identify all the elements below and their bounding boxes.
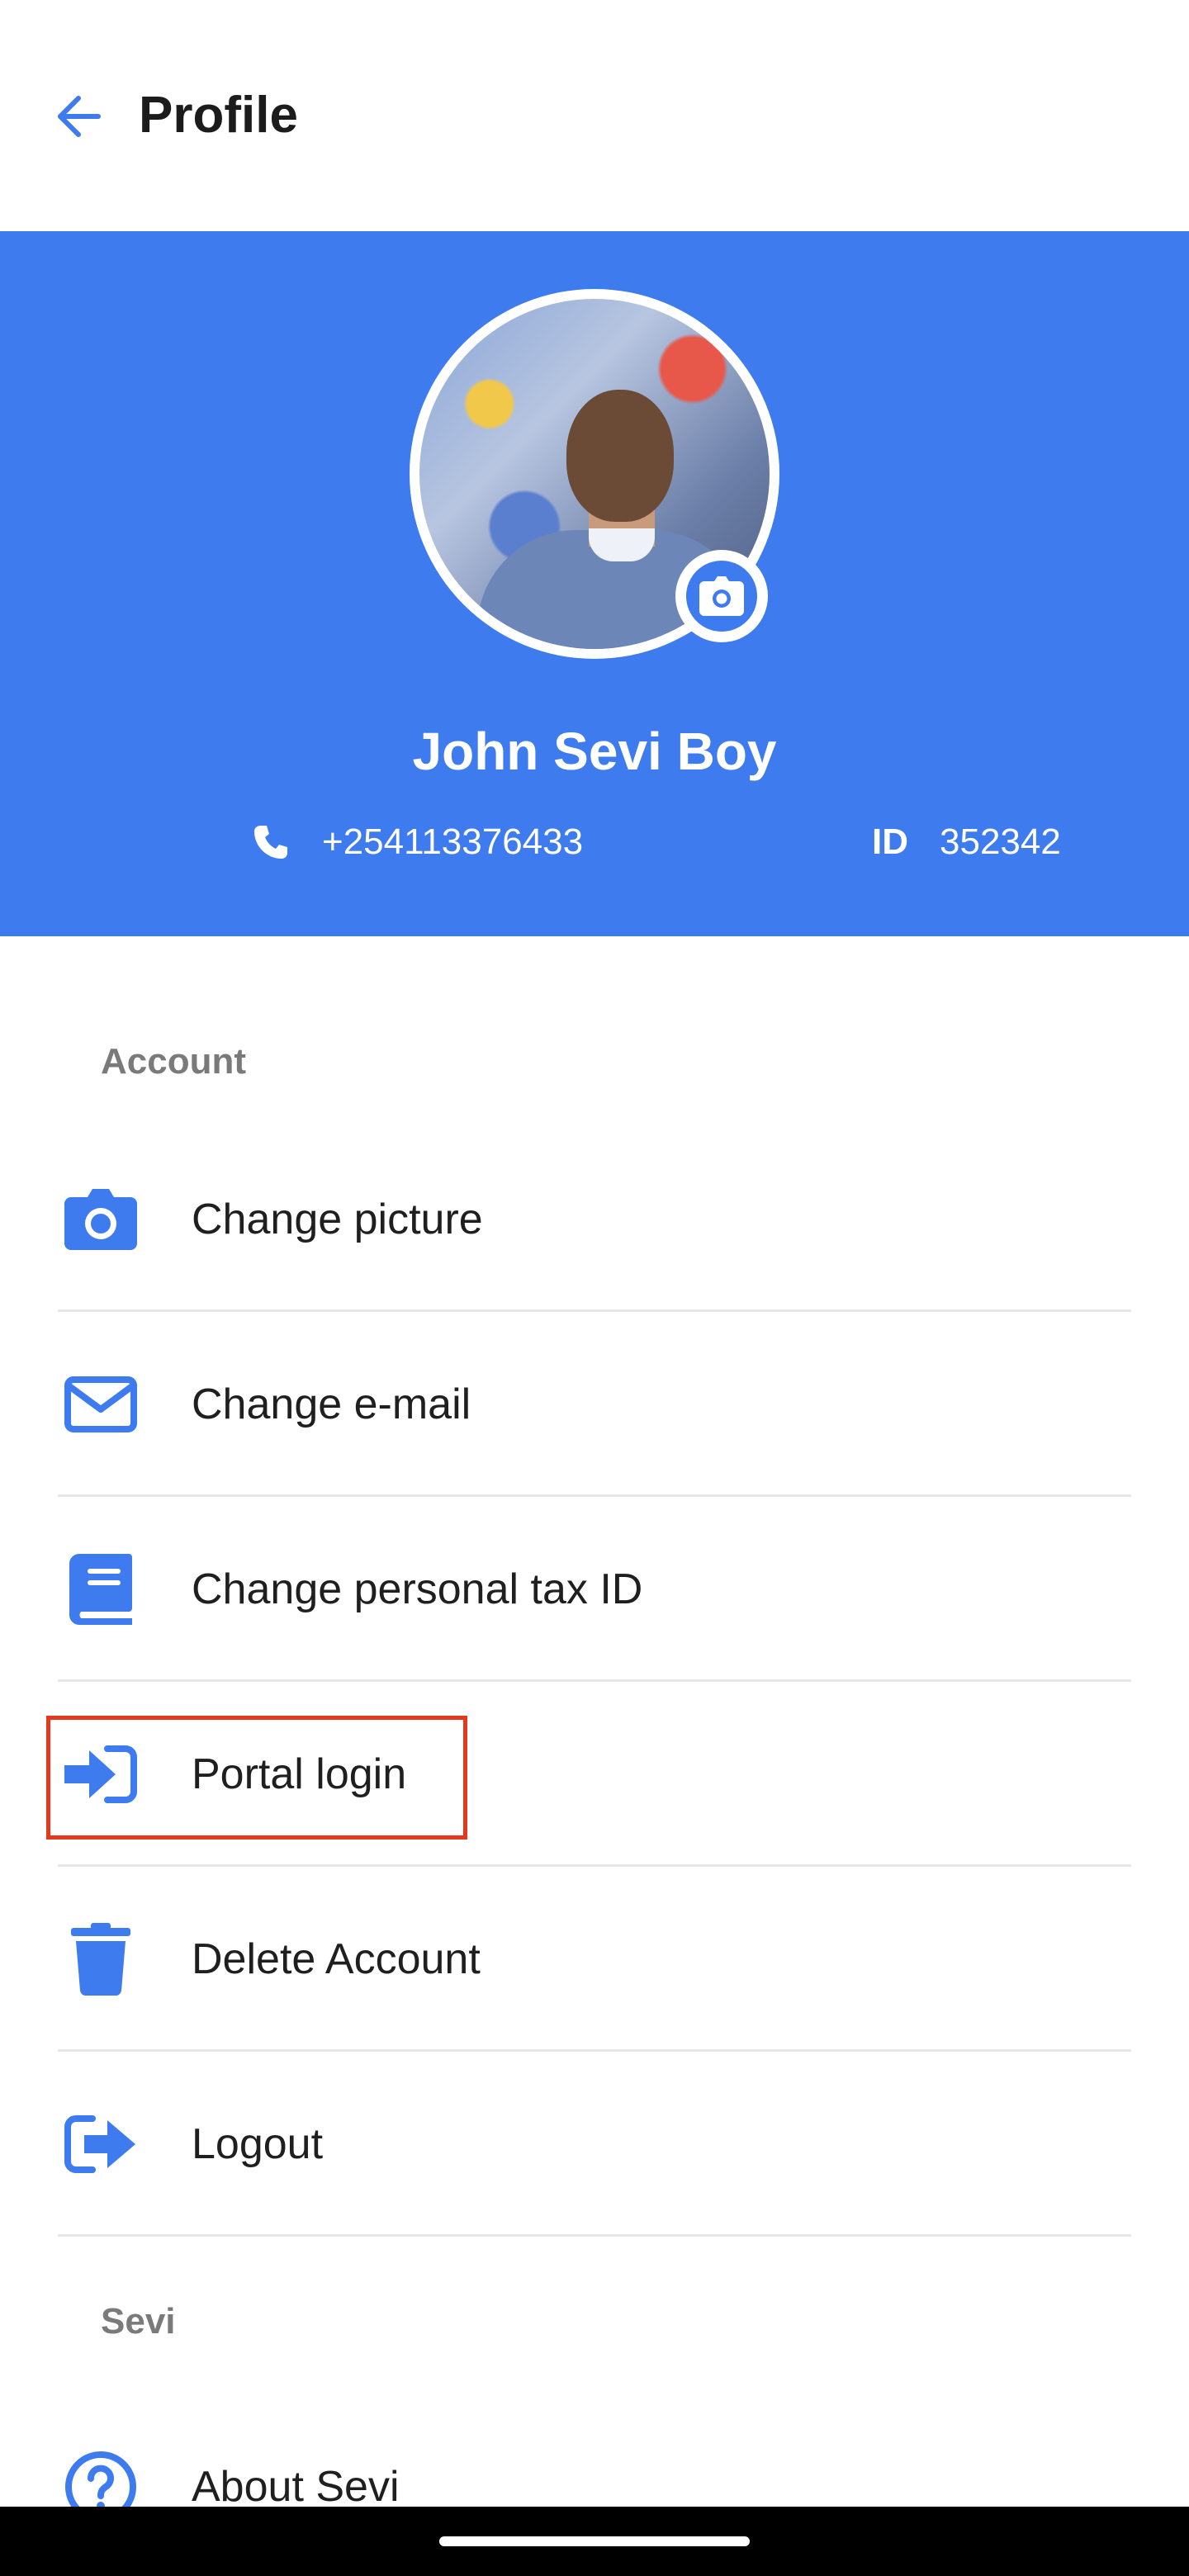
id-label: ID <box>872 822 908 862</box>
envelope-icon <box>59 1366 142 1442</box>
system-nav-bar <box>0 2507 1189 2576</box>
section-title-account: Account <box>101 1041 246 1082</box>
menu-label-logout: Logout <box>192 2120 324 2168</box>
change-photo-badge-inner <box>686 561 757 632</box>
menu-item-delete-account[interactable]: Delete Account <box>0 1867 1189 2052</box>
home-gesture-handle[interactable] <box>439 2536 750 2546</box>
menu-item-change-email[interactable]: Change e-mail <box>0 1312 1189 1497</box>
section-title-sevi: Sevi <box>101 2301 176 2342</box>
avatar-container[interactable] <box>410 289 779 659</box>
app-bar: Profile <box>0 0 1189 231</box>
highlight-box <box>46 1716 467 1840</box>
trash-icon <box>59 1921 142 1997</box>
phone-icon <box>254 826 287 859</box>
arrow-left-icon <box>58 96 101 137</box>
page-title: Profile <box>139 87 298 144</box>
menu-item-change-tax-id[interactable]: Change personal tax ID <box>0 1497 1189 1682</box>
camera-icon <box>699 576 744 616</box>
book-icon <box>59 1551 142 1627</box>
avatar-head <box>566 390 674 522</box>
menu-label-delete-account: Delete Account <box>192 1935 481 1983</box>
profile-header: John Sevi Boy +254113376433 ID 352342 <box>0 231 1189 936</box>
menu-item-change-picture[interactable]: Change picture <box>0 1127 1189 1312</box>
id-value: 352342 <box>940 822 1061 862</box>
sign-out-icon <box>59 2106 142 2182</box>
phone-info: +254113376433 <box>253 817 583 867</box>
back-button[interactable] <box>40 79 114 154</box>
camera-icon <box>59 1181 142 1257</box>
user-name: John Sevi Boy <box>412 722 777 781</box>
menu-label-change-email: Change e-mail <box>192 1380 471 1428</box>
menu-label-change-tax-id: Change personal tax ID <box>192 1565 643 1613</box>
menu-item-logout[interactable]: Logout <box>0 2052 1189 2237</box>
divider <box>58 2234 1131 2237</box>
avatar-collar <box>589 528 655 561</box>
menu-label-change-picture: Change picture <box>192 1196 483 1243</box>
change-photo-badge[interactable] <box>675 550 768 642</box>
phone-number: +254113376433 <box>322 822 584 862</box>
id-info: ID 352342 <box>872 817 1061 867</box>
